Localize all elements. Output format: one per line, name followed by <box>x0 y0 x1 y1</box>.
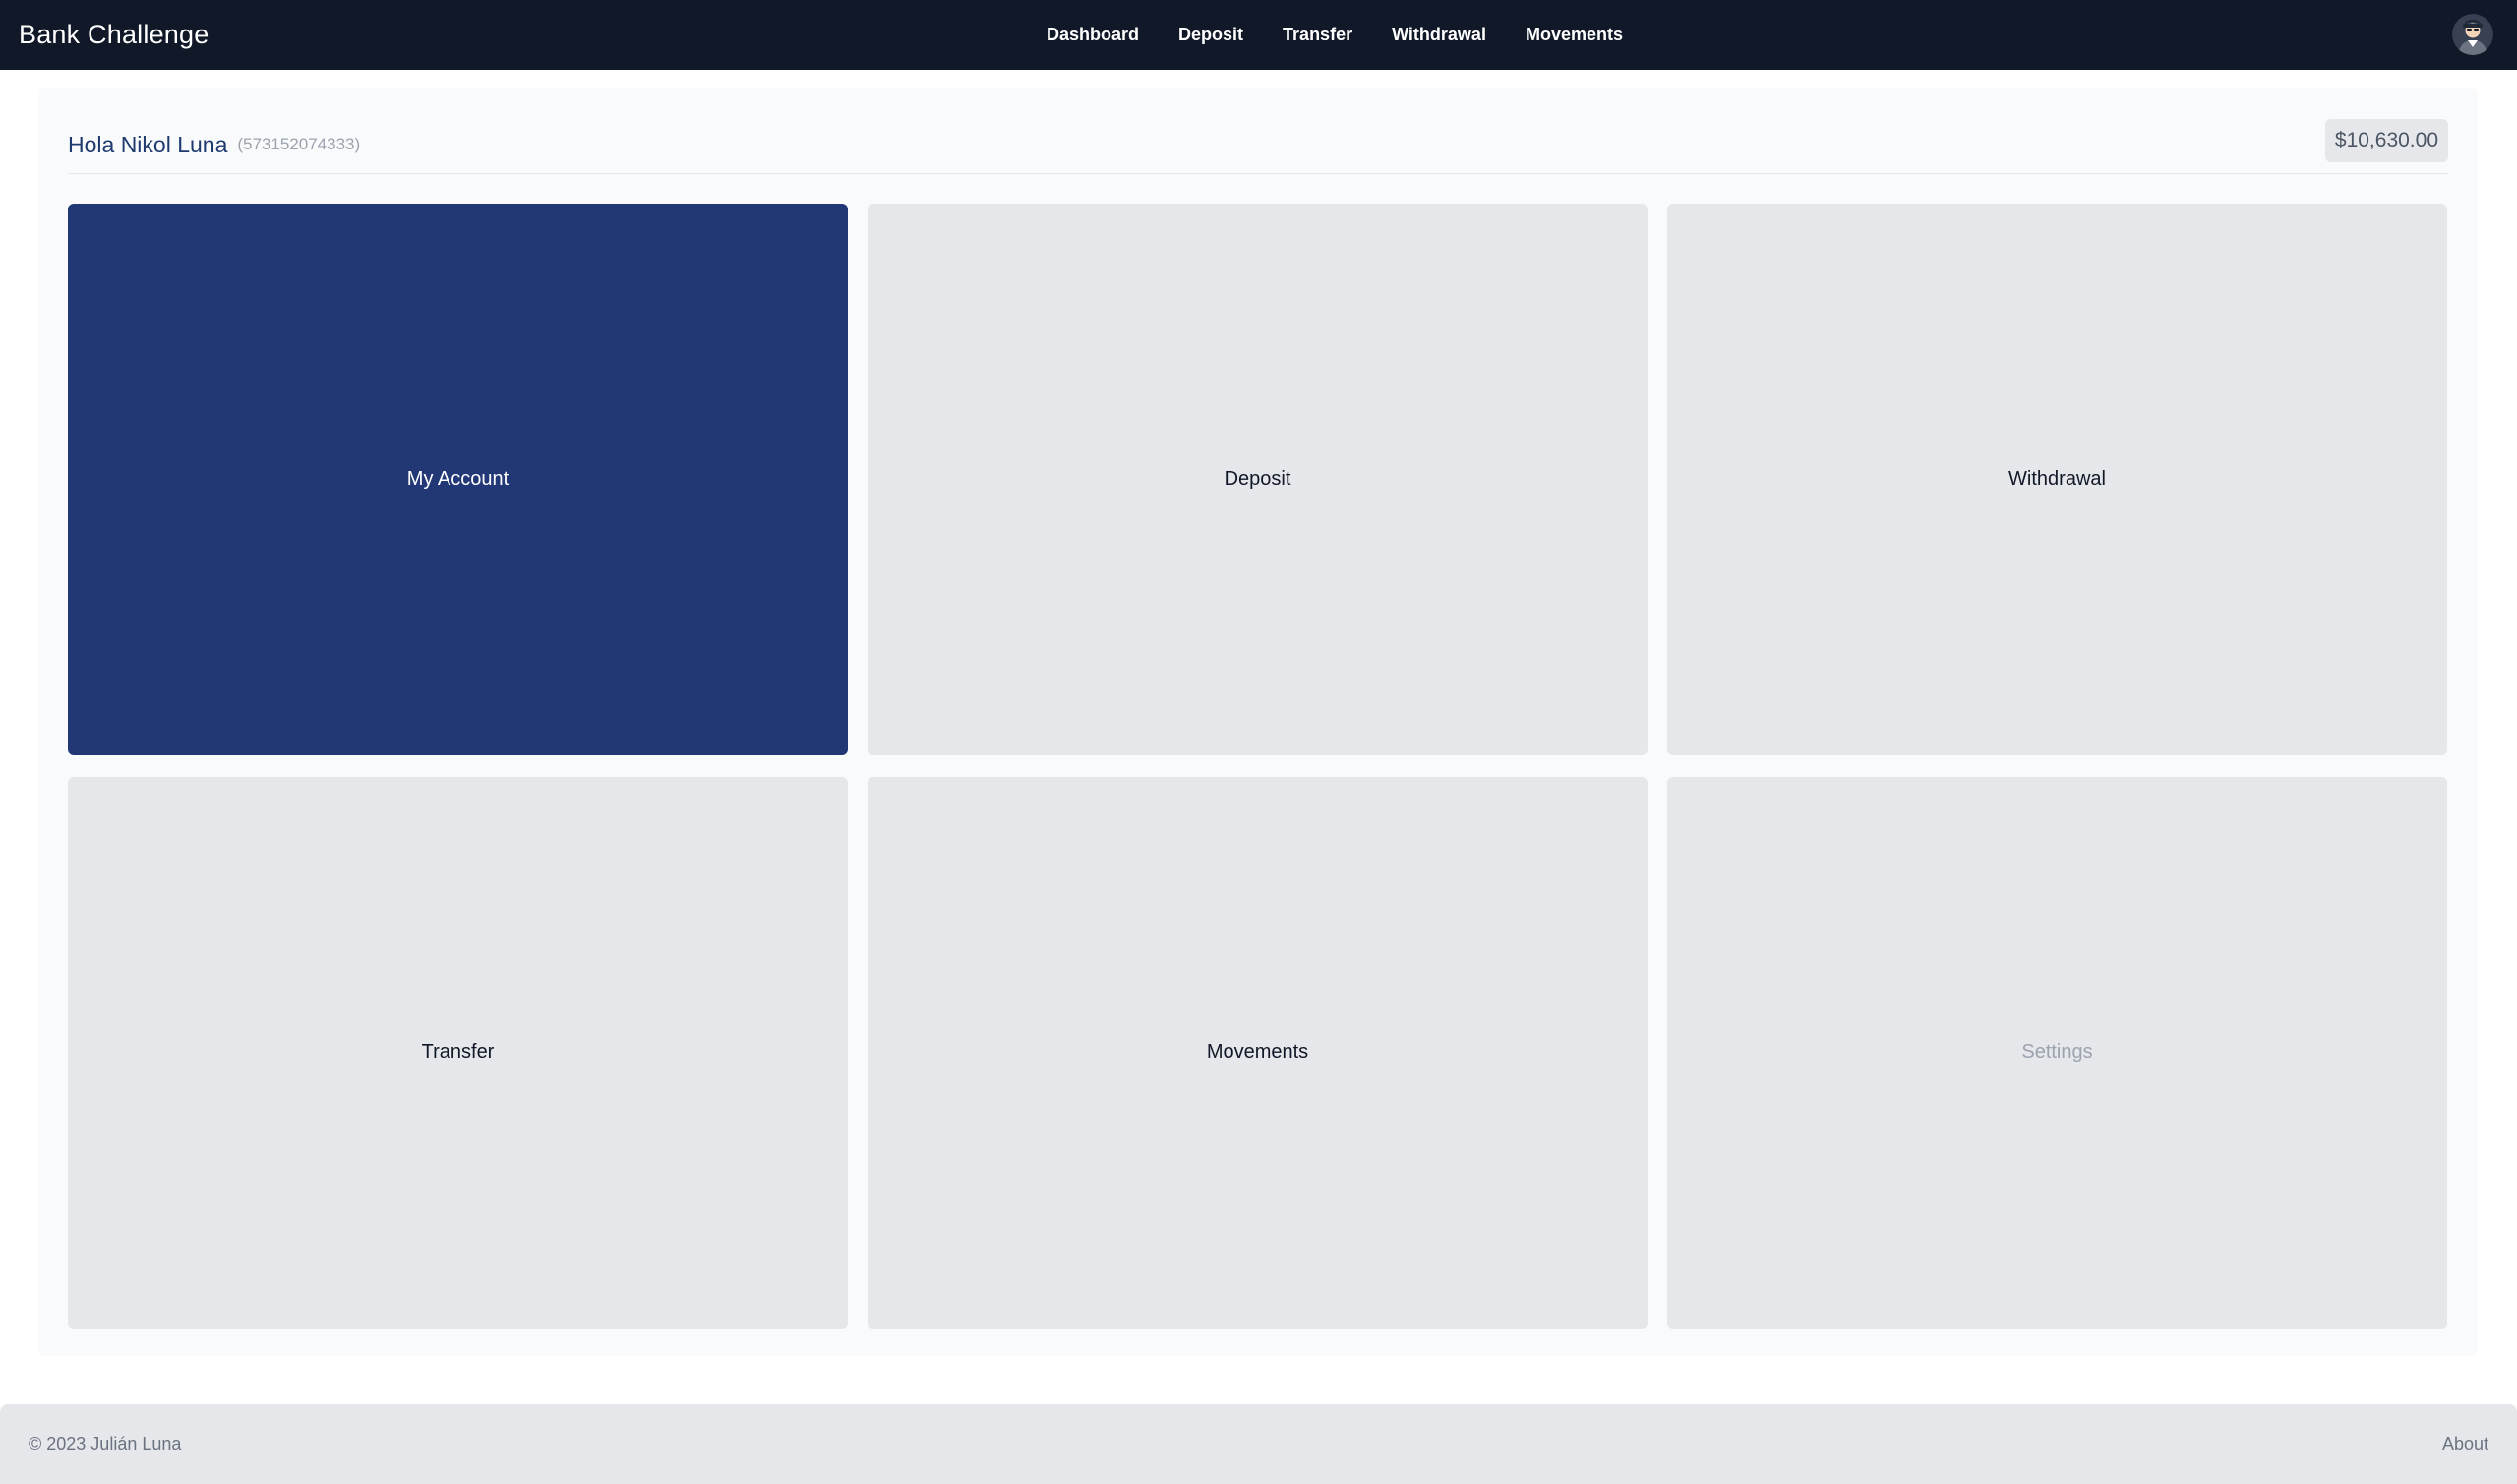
nav-link-dashboard[interactable]: Dashboard <box>1047 25 1139 45</box>
nav-link-movements[interactable]: Movements <box>1526 25 1623 45</box>
tile-deposit[interactable]: Deposit <box>868 204 1648 755</box>
page-footer: © 2023 Julián Luna About <box>0 1404 2517 1484</box>
tile-label: Deposit <box>1224 468 1291 490</box>
nav-link-deposit[interactable]: Deposit <box>1178 25 1243 45</box>
tile-movements[interactable]: Movements <box>868 777 1648 1329</box>
tile-my-account[interactable]: My Account <box>68 204 848 755</box>
tile-label: Movements <box>1206 1041 1309 1063</box>
balance-badge: $10,630.00 <box>2324 119 2448 162</box>
about-link[interactable]: About <box>2442 1404 2488 1484</box>
nav-link-transfer[interactable]: Transfer <box>1283 25 1352 45</box>
tile-label: My Account <box>406 468 509 490</box>
nav-links: Dashboard Deposit Transfer Withdrawal Mo… <box>1047 0 1623 70</box>
dashboard-card: Hola Nikol Luna (573152074333) $10,630.0… <box>38 88 2478 1356</box>
tile-label: Transfer <box>421 1041 495 1063</box>
copyright-text: © 2023 Julián Luna <box>29 1434 182 1454</box>
tile-label: Withdrawal <box>2008 468 2106 490</box>
tile-settings: Settings <box>1667 777 2447 1329</box>
brand-logo-text[interactable]: Bank Challenge <box>19 0 209 70</box>
nav-link-withdrawal[interactable]: Withdrawal <box>1392 25 1486 45</box>
top-navbar: Bank Challenge Dashboard Deposit Transfe… <box>0 0 2517 70</box>
dashboard-header: Hola Nikol Luna (573152074333) $10,630.0… <box>68 115 2448 174</box>
greeting-text: Hola Nikol Luna <box>68 131 228 157</box>
phone-number: (573152074333) <box>237 135 361 153</box>
tile-transfer[interactable]: Transfer <box>68 777 848 1329</box>
user-avatar-icon[interactable] <box>2452 14 2493 55</box>
greeting: Hola Nikol Luna (573152074333) <box>68 115 360 174</box>
tile-label: Settings <box>2021 1041 2093 1063</box>
tile-withdrawal[interactable]: Withdrawal <box>1667 204 2447 755</box>
